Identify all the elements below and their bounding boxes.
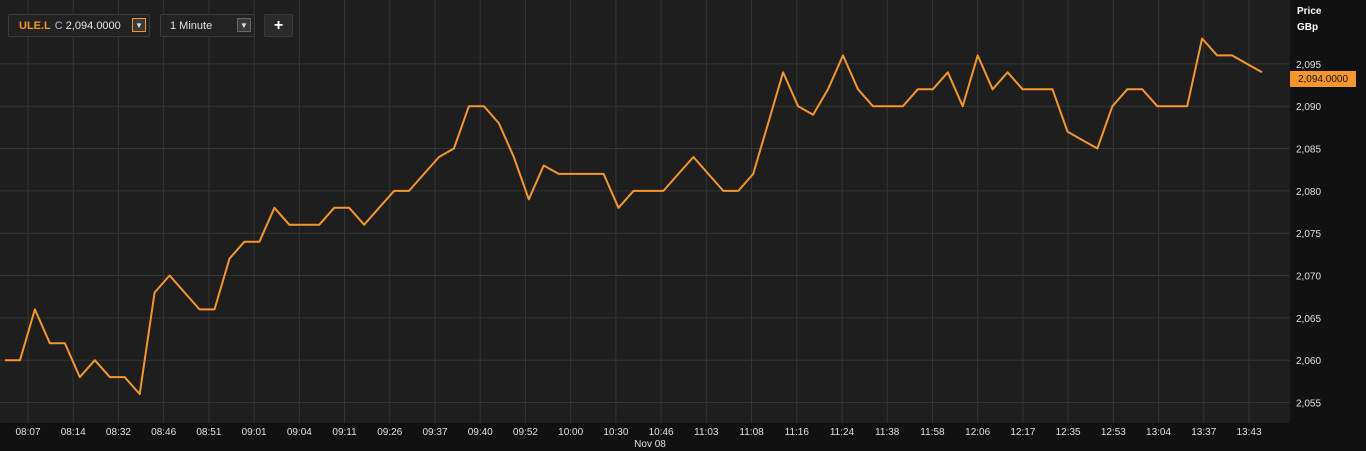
close-label: C bbox=[54, 19, 63, 32]
x-tick-label: 10:46 bbox=[649, 427, 674, 438]
x-tick-label: 08:14 bbox=[61, 427, 86, 438]
x-tick-label: 11:24 bbox=[830, 427, 855, 438]
x-tick-label: 09:52 bbox=[513, 427, 538, 438]
symbol-selector[interactable]: ULE.L C 2,094.0000 ▼ bbox=[8, 14, 150, 37]
y-tick-label: 2,065 bbox=[1296, 314, 1321, 325]
date-label: Nov 08 bbox=[634, 439, 666, 450]
price-series-line bbox=[5, 37, 1263, 396]
price-axis-title: Price bbox=[1297, 6, 1322, 17]
y-tick-label: 2,070 bbox=[1296, 272, 1321, 283]
price-chart: 2,055 2,060 2,065 2,070 2,075 2,080 2,085 2,090… bbox=[0, 0, 1321, 450]
symbol-dropdown-icon[interactable]: ▼ bbox=[132, 18, 146, 32]
interval-selector[interactable]: 1 Minute ▼ bbox=[160, 14, 255, 37]
interval-label: 1 Minute bbox=[170, 19, 213, 32]
x-tick-label: 09:37 bbox=[422, 427, 447, 438]
x-tick-label: 08:32 bbox=[106, 427, 131, 438]
x-tick-label: 11:38 bbox=[875, 427, 900, 438]
x-tick-label: 13:43 bbox=[1236, 427, 1261, 438]
last-price-badge: 2,094.0000 bbox=[1290, 71, 1356, 87]
price-axis-unit: GBp bbox=[1297, 22, 1319, 33]
x-tick-label: 09:26 bbox=[377, 427, 402, 438]
x-tick-label: 11:16 bbox=[785, 427, 810, 438]
x-tick-label: 12:17 bbox=[1010, 427, 1035, 438]
add-button[interactable]: + bbox=[264, 14, 293, 37]
x-tick-label: 12:35 bbox=[1056, 427, 1081, 438]
interval-dropdown-icon[interactable]: ▼ bbox=[237, 18, 251, 32]
x-tick-label: 09:40 bbox=[468, 427, 493, 438]
x-tick-label: 09:01 bbox=[242, 427, 267, 438]
symbol-label: ULE.L bbox=[19, 19, 51, 32]
y-tick-label: 2,090 bbox=[1296, 102, 1321, 113]
x-tick-label: 11:03 bbox=[694, 427, 719, 438]
x-tick-label: 09:04 bbox=[287, 427, 312, 438]
y-tick-label: 2,085 bbox=[1296, 145, 1321, 156]
x-tick-label: 12:53 bbox=[1101, 427, 1126, 438]
x-tick-label: 08:07 bbox=[15, 427, 40, 438]
x-tick-label: 13:37 bbox=[1191, 427, 1216, 438]
plus-icon: + bbox=[273, 16, 284, 34]
x-tick-label: 13:04 bbox=[1146, 427, 1171, 438]
x-tick-label: 11:08 bbox=[739, 427, 764, 438]
y-tick-label: 2,095 bbox=[1296, 60, 1321, 71]
x-tick-label: 11:58 bbox=[920, 427, 945, 438]
x-tick-label: 08:46 bbox=[151, 427, 176, 438]
y-tick-label: 2,080 bbox=[1296, 187, 1321, 198]
x-tick-label: 10:00 bbox=[558, 427, 583, 438]
y-tick-label: 2,075 bbox=[1296, 229, 1321, 240]
y-tick-label: 2,060 bbox=[1296, 356, 1321, 367]
y-tick-label: 2,055 bbox=[1296, 399, 1321, 410]
close-value: 2,094.0000 bbox=[65, 19, 121, 32]
x-tick-label: 10:30 bbox=[603, 427, 628, 438]
x-tick-label: 08:51 bbox=[196, 427, 221, 438]
x-tick-label: 12:06 bbox=[965, 427, 990, 438]
x-tick-label: 09:11 bbox=[332, 427, 357, 438]
